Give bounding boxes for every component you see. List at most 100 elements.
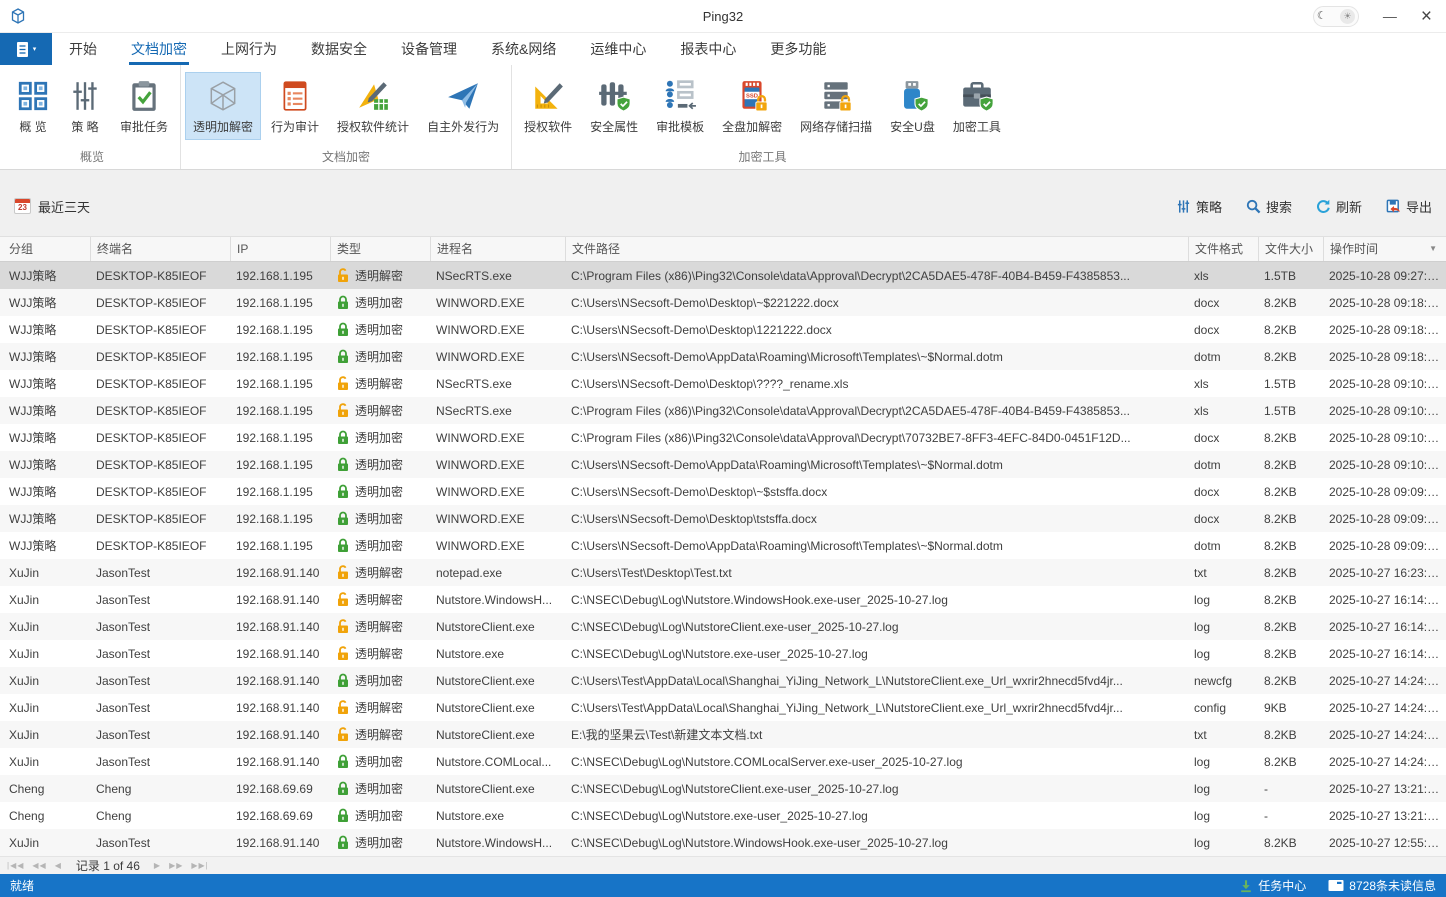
last-page-button[interactable]: ▶▶|	[191, 861, 208, 870]
unread-messages-button[interactable]: 8728条未读信息	[1328, 877, 1436, 894]
fast-next-page-button[interactable]: ▶▶	[169, 861, 183, 870]
policy-button[interactable]: 策略	[1176, 197, 1222, 216]
tab-internet-behavior[interactable]: 上网行为	[204, 33, 294, 65]
table-row[interactable]: WJJ策略DESKTOP-K85IEOF192.168.1.195透明解密NSe…	[0, 370, 1446, 397]
table-row[interactable]: XuJinJasonTest192.168.91.140透明解密Nutstore…	[0, 640, 1446, 667]
time-cell: 2025-10-28 09:09:17	[1323, 485, 1446, 499]
format-cell: log	[1188, 755, 1258, 769]
table-row[interactable]: XuJinJasonTest192.168.91.140透明解密Nutstore…	[0, 721, 1446, 748]
table-row[interactable]: WJJ策略DESKTOP-K85IEOF192.168.1.195透明加密WIN…	[0, 343, 1446, 370]
search-button[interactable]: 搜索	[1246, 197, 1292, 216]
fast-prev-page-button[interactable]: ◀◀	[32, 861, 46, 870]
group-cell: WJJ策略	[0, 483, 90, 500]
path-cell: C:\Users\Test\AppData\Local\Shanghai_YiJ…	[565, 701, 1188, 715]
sun-icon[interactable]: ☀	[1340, 9, 1355, 24]
ruler-pencil-icon	[531, 78, 565, 114]
moon-icon[interactable]: ☾	[1317, 11, 1327, 22]
column-header[interactable]: 操作时间	[1323, 237, 1446, 261]
next-page-button[interactable]: ▶	[154, 861, 161, 870]
ribbon-button-security-attributes[interactable]: 安全属性	[582, 72, 646, 140]
format-cell: txt	[1188, 728, 1258, 742]
group-cell: WJJ策略	[0, 537, 90, 554]
group-cell: XuJin	[0, 647, 90, 661]
export-button[interactable]: 导出	[1386, 197, 1432, 216]
lock-closed-icon	[336, 295, 350, 310]
type-cell: 透明加密	[330, 780, 430, 797]
tab-start[interactable]: 开始	[52, 33, 114, 65]
ip-cell: 192.168.1.195	[230, 485, 330, 499]
ribbon-button-authorized-software[interactable]: 授权软件	[516, 72, 580, 140]
column-header[interactable]: 进程名	[430, 237, 565, 261]
ribbon-button-approval-template[interactable]: 审批模板	[648, 72, 712, 140]
ip-cell: 192.168.1.195	[230, 458, 330, 472]
table-row[interactable]: XuJinJasonTest192.168.91.140透明解密Nutstore…	[0, 613, 1446, 640]
ribbon-button-overview[interactable]: 概 览	[8, 72, 58, 140]
ribbon-button-self-outgoing-behavior[interactable]: 自主外发行为	[419, 72, 507, 140]
type-cell: 透明解密	[330, 726, 430, 743]
size-cell: 8.2KB	[1258, 620, 1323, 634]
table-row[interactable]: WJJ策略DESKTOP-K85IEOF192.168.1.195透明加密WIN…	[0, 451, 1446, 478]
table-row[interactable]: WJJ策略DESKTOP-K85IEOF192.168.1.195透明加密WIN…	[0, 532, 1446, 559]
ribbon-button-encryption-tools[interactable]: 加密工具	[945, 72, 1009, 140]
column-header[interactable]: 类型	[330, 237, 430, 261]
type-label: 透明解密	[355, 375, 403, 392]
ribbon-button-full-disk-encryption[interactable]: SSD全盘加解密	[714, 72, 790, 140]
table-row[interactable]: WJJ策略DESKTOP-K85IEOF192.168.1.195透明加密WIN…	[0, 316, 1446, 343]
size-cell: 8.2KB	[1258, 674, 1323, 688]
type-label: 透明解密	[355, 267, 403, 284]
theme-toggle[interactable]: ☾ ☀	[1313, 6, 1359, 27]
ip-cell: 192.168.69.69	[230, 809, 330, 823]
table-row[interactable]: WJJ策略DESKTOP-K85IEOF192.168.1.195透明解密NSe…	[0, 262, 1446, 289]
size-cell: 8.2KB	[1258, 512, 1323, 526]
column-filter-arrow-icon[interactable]: ▼	[1429, 237, 1437, 261]
table-row[interactable]: XuJinJasonTest192.168.91.140透明加密Nutstore…	[0, 667, 1446, 694]
ribbon-button-transparent-encryption[interactable]: 透明加解密	[185, 72, 261, 140]
date-range-filter[interactable]: 23 最近三天	[14, 197, 90, 216]
table-row[interactable]: XuJinJasonTest192.168.91.140透明解密Nutstore…	[0, 586, 1446, 613]
table-row[interactable]: WJJ策略DESKTOP-K85IEOF192.168.1.195透明加密WIN…	[0, 505, 1446, 532]
ribbon-button-behavior-audit[interactable]: 行为审计	[263, 72, 327, 140]
ip-cell: 192.168.91.140	[230, 836, 330, 850]
column-header[interactable]: 终端名	[90, 237, 230, 261]
table-row[interactable]: WJJ策略DESKTOP-K85IEOF192.168.1.195透明加密WIN…	[0, 289, 1446, 316]
column-header[interactable]: 文件格式	[1188, 237, 1258, 261]
table-row[interactable]: ChengCheng192.168.69.69透明加密Nutstore.exeC…	[0, 802, 1446, 829]
tab-device-management[interactable]: 设备管理	[384, 33, 474, 65]
table-row[interactable]: XuJinJasonTest192.168.91.140透明加密Nutstore…	[0, 829, 1446, 856]
tab-document-encryption[interactable]: 文档加密	[114, 33, 204, 65]
table-row[interactable]: WJJ策略DESKTOP-K85IEOF192.168.1.195透明解密NSe…	[0, 397, 1446, 424]
ribbon-button-network-storage-scan[interactable]: 网络存储扫描	[792, 72, 880, 140]
column-header[interactable]: 文件路径	[565, 237, 1188, 261]
size-cell: 8.2KB	[1258, 593, 1323, 607]
close-button[interactable]: ×	[1421, 7, 1432, 26]
type-label: 透明解密	[355, 618, 403, 635]
table-row[interactable]: XuJinJasonTest192.168.91.140透明解密Nutstore…	[0, 694, 1446, 721]
ribbon-button-approval-tasks[interactable]: 审批任务	[112, 72, 176, 140]
task-center-button[interactable]: 任务中心	[1239, 877, 1306, 894]
app-menu-button[interactable]: ▾	[0, 33, 52, 65]
minimize-button[interactable]: —	[1383, 8, 1397, 24]
column-header[interactable]: 分组	[0, 237, 90, 261]
tab-data-security[interactable]: 数据安全	[294, 33, 384, 65]
table-row[interactable]: XuJinJasonTest192.168.91.140透明解密notepad.…	[0, 559, 1446, 586]
table-row[interactable]: WJJ策略DESKTOP-K85IEOF192.168.1.195透明加密WIN…	[0, 424, 1446, 451]
ribbon-button-secure-usb[interactable]: 安全U盘	[882, 72, 943, 140]
column-header[interactable]: IP	[230, 237, 330, 261]
first-page-button[interactable]: |◀◀	[7, 861, 24, 870]
ribbon-button-policy[interactable]: 策 略	[60, 72, 110, 140]
tab-report-center[interactable]: 报表中心	[663, 33, 753, 65]
ribbon-button-authorized-software-stats[interactable]: 授权软件统计	[329, 72, 417, 140]
tab-operations-center[interactable]: 运维中心	[573, 33, 663, 65]
type-cell: 透明解密	[330, 267, 430, 284]
column-header[interactable]: 文件大小	[1258, 237, 1323, 261]
table-row[interactable]: XuJinJasonTest192.168.91.140透明加密Nutstore…	[0, 748, 1446, 775]
tab-more-features[interactable]: 更多功能	[753, 33, 843, 65]
table-row[interactable]: ChengCheng192.168.69.69透明加密NutstoreClien…	[0, 775, 1446, 802]
menu-tab-bar: ▾ 开始文档加密上网行为数据安全设备管理系统&网络运维中心报表中心更多功能	[0, 33, 1446, 65]
type-label: 透明加密	[355, 537, 403, 554]
log-table: 分组终端名IP类型进程名文件路径文件格式文件大小操作时间▼ WJJ策略DESKT…	[0, 236, 1446, 856]
tab-system-network[interactable]: 系统&网络	[474, 33, 573, 65]
table-row[interactable]: WJJ策略DESKTOP-K85IEOF192.168.1.195透明加密WIN…	[0, 478, 1446, 505]
refresh-button[interactable]: 刷新	[1316, 197, 1362, 216]
prev-page-button[interactable]: ◀	[55, 861, 62, 870]
